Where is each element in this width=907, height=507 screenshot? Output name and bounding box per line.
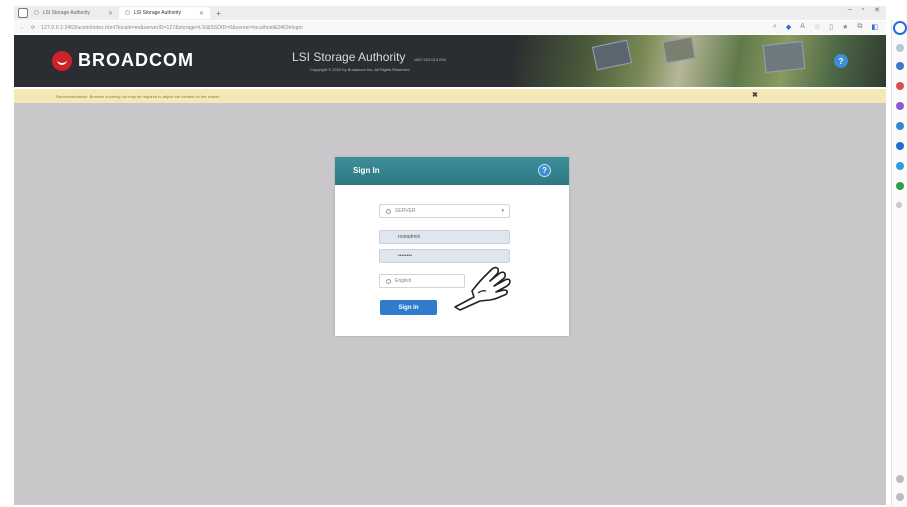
read-aloud-icon[interactable]: A bbox=[800, 23, 805, 31]
office-icon[interactable] bbox=[896, 122, 904, 130]
search-icon[interactable] bbox=[896, 44, 904, 52]
address-bar-icons: ⌕ ◆ A ☆ ▯ ★ ⧉ ◧ bbox=[773, 23, 878, 31]
favorite-icon[interactable]: ☆ bbox=[814, 23, 820, 31]
username-field[interactable]: rootadmin bbox=[379, 230, 510, 244]
close-icon[interactable]: ✕ bbox=[199, 10, 204, 17]
url-field[interactable]: 127.0.0.1:2463/ucsm/index.html?locale=en… bbox=[41, 25, 303, 31]
minimize-button[interactable]: – bbox=[848, 6, 852, 14]
product-title: LSI Storage Authority v007.023.014.000 bbox=[292, 48, 446, 66]
host-value: SERVER bbox=[395, 208, 416, 214]
product-version: v007.023.014.000 bbox=[413, 57, 446, 62]
tab-label: LSI Storage Authority bbox=[133, 10, 182, 16]
collections-icon[interactable]: ⧉ bbox=[857, 23, 862, 31]
window-controls: – ▫ ✕ bbox=[848, 6, 880, 14]
extensions-icon[interactable]: ◧ bbox=[871, 23, 878, 31]
page-icon: ▢ bbox=[34, 10, 39, 16]
hardware-banner-image bbox=[514, 35, 886, 87]
help-icon[interactable]: ? bbox=[538, 164, 551, 177]
password-field[interactable]: •••••••• bbox=[379, 249, 510, 263]
tab-1[interactable]: ▢ LSI Storage Authority ✕ bbox=[28, 7, 119, 19]
tab-bar: ▢ LSI Storage Authority ✕ ▢ LSI Storage … bbox=[14, 6, 886, 20]
dialog-header: Sign In ? bbox=[335, 157, 569, 185]
dialog-title: Sign In bbox=[353, 166, 380, 175]
browser-sidebar bbox=[891, 20, 907, 507]
brand-name: BROADCOM bbox=[78, 50, 194, 70]
chevron-down-icon: ▾ bbox=[501, 208, 504, 214]
tab-label: LSI Storage Authority bbox=[42, 10, 90, 16]
tab-2[interactable]: ▢ LSI Storage Authority ✕ bbox=[119, 7, 211, 19]
refresh-icon[interactable]: ⟳ bbox=[31, 25, 35, 31]
new-tab-button[interactable]: + bbox=[216, 9, 221, 18]
host-select[interactable]: SERVER ▾ bbox=[379, 204, 510, 218]
globe-icon bbox=[386, 278, 391, 284]
pointer-hand-icon bbox=[454, 266, 511, 311]
outlook-icon[interactable] bbox=[896, 142, 904, 150]
tree-icon[interactable] bbox=[896, 182, 904, 190]
controller-chip-image bbox=[591, 39, 633, 71]
app-banner: BROADCOM LSI Storage Authority v007.023.… bbox=[14, 35, 886, 87]
games-icon[interactable] bbox=[896, 102, 904, 110]
address-bar: ← ⟳ 127.0.0.1:2463/ucsm/index.html?local… bbox=[14, 21, 886, 34]
close-icon[interactable]: ✖ bbox=[752, 91, 758, 99]
favorites-icon[interactable]: ★ bbox=[842, 23, 848, 31]
maximize-button[interactable]: ▫ bbox=[862, 6, 864, 14]
page-icon: ▢ bbox=[125, 10, 130, 16]
host-icon bbox=[386, 208, 391, 214]
drop-icon[interactable] bbox=[896, 162, 904, 170]
help-icon[interactable]: ? bbox=[834, 54, 848, 68]
broadcom-logo: BROADCOM bbox=[52, 50, 194, 71]
settings-icon[interactable] bbox=[896, 493, 904, 501]
shopping-icon[interactable] bbox=[896, 62, 904, 70]
language-value: English bbox=[395, 278, 412, 284]
zoom-warning-bar: Recommendation: Browser zooming out may … bbox=[14, 89, 886, 103]
shield-icon[interactable]: ◆ bbox=[786, 23, 791, 31]
username-value: rootadmin bbox=[398, 234, 421, 240]
password-value: •••••••• bbox=[398, 253, 413, 259]
sidebar-layout-icon[interactable] bbox=[896, 475, 904, 483]
close-icon[interactable]: ✕ bbox=[108, 10, 113, 17]
browser-window: ▢ LSI Storage Authority ✕ ▢ LSI Storage … bbox=[0, 0, 907, 507]
zoom-icon[interactable]: ⌕ bbox=[773, 23, 777, 31]
controller-chip-image bbox=[762, 40, 806, 74]
window-icon[interactable] bbox=[18, 8, 28, 18]
back-icon[interactable]: ← bbox=[20, 25, 25, 31]
sign-in-button[interactable]: Sign In bbox=[380, 300, 437, 315]
add-icon[interactable] bbox=[896, 202, 902, 208]
tools-icon[interactable] bbox=[896, 82, 904, 90]
broadcom-logo-icon bbox=[52, 50, 72, 71]
product-name: LSI Storage Authority bbox=[292, 50, 406, 64]
split-screen-icon[interactable]: ▯ bbox=[829, 23, 833, 31]
copilot-icon[interactable] bbox=[893, 21, 907, 35]
close-window-button[interactable]: ✕ bbox=[874, 6, 880, 14]
heatsink-image bbox=[662, 36, 696, 64]
copyright-text: Copyright © 2022 by Broadcom Inc. All Ri… bbox=[310, 67, 410, 72]
warning-text: Recommendation: Browser zooming out may … bbox=[56, 93, 221, 99]
